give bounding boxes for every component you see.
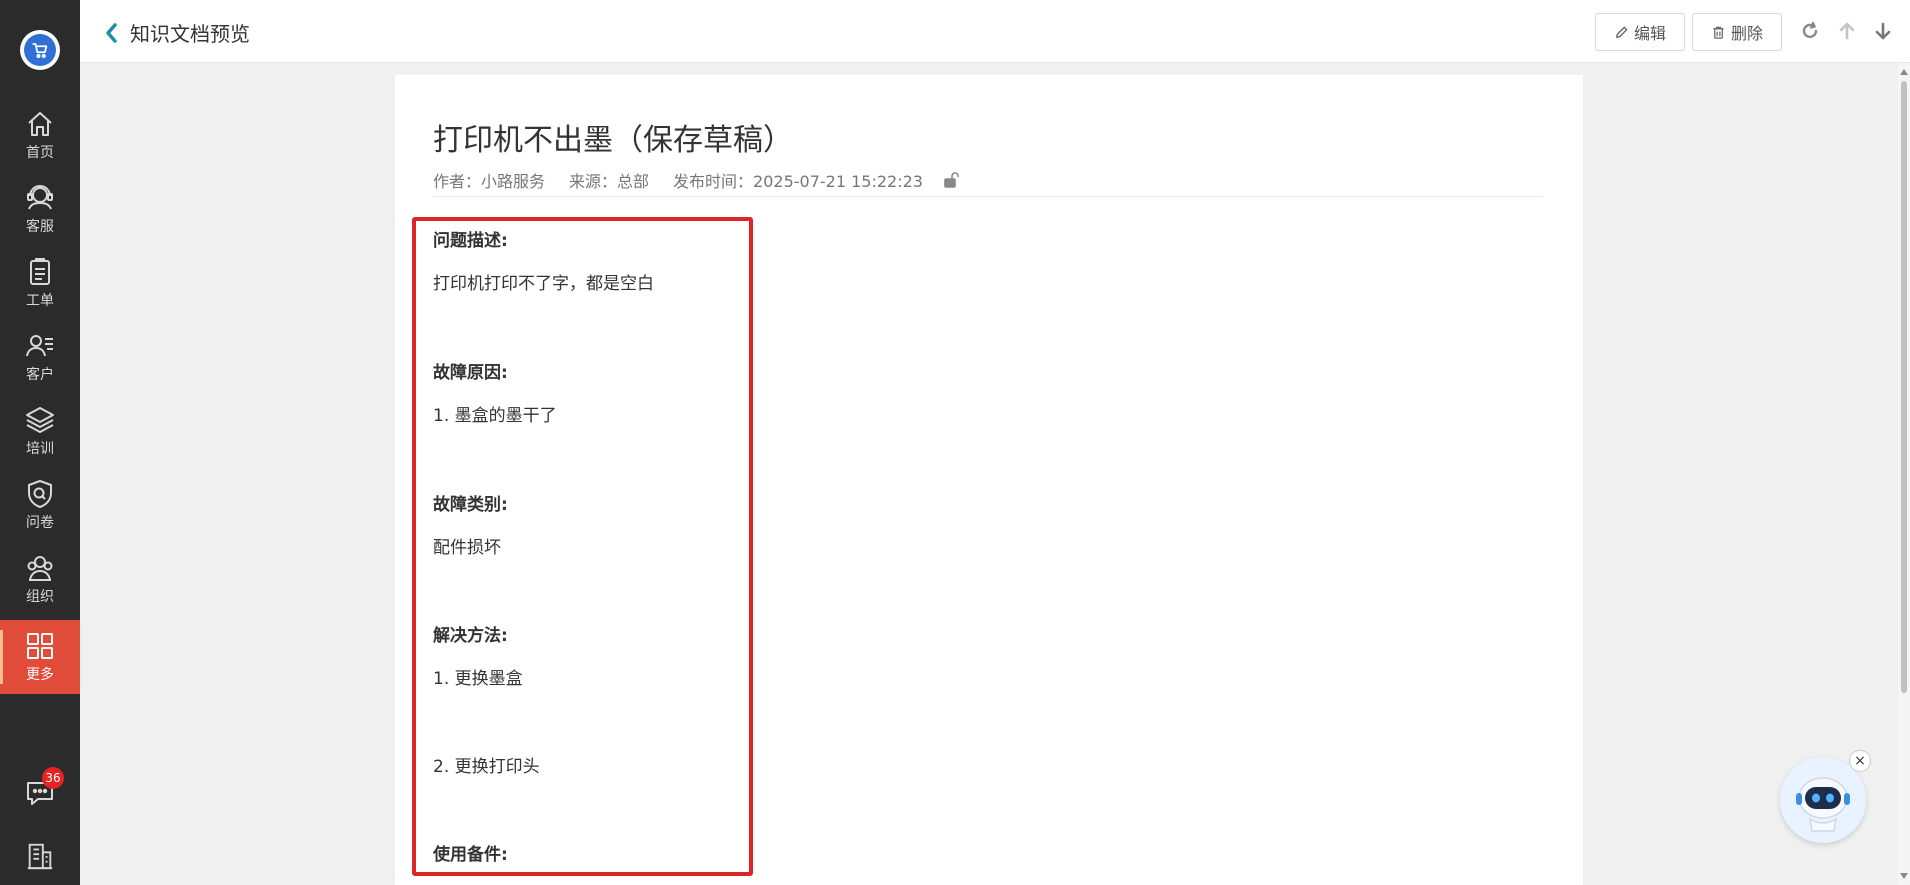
sidebar-item-service[interactable]: 客服 (0, 172, 80, 246)
app-logo[interactable] (20, 30, 60, 70)
home-icon (28, 112, 52, 136)
sidebar-item-more[interactable]: 更多 (0, 620, 80, 694)
headset-icon (27, 185, 53, 210)
scroll-down-arrow[interactable] (1900, 873, 1908, 879)
layers-icon (26, 407, 54, 433)
sidebar-item-organization[interactable]: 组织 (0, 542, 80, 616)
document-title: 打印机不出墨（保存草稿） (433, 123, 793, 158)
sidebar-item-label: 客服 (26, 219, 54, 235)
pencil-icon (1615, 25, 1628, 38)
move-up-button[interactable] (1834, 18, 1860, 44)
cause-text: 1. 墨盒的墨干了 (433, 406, 557, 426)
category-label: 故障类别: (433, 495, 508, 515)
meta-divider (433, 196, 1543, 197)
back-button[interactable]: 知识文档预览 (104, 18, 250, 47)
publish-time: 发布时间：2025-07-21 15:22:23 (673, 172, 923, 191)
category-text: 配件损坏 (433, 538, 501, 558)
chevron-left-icon (106, 22, 117, 43)
sidebar-item-survey[interactable]: 问卷 (0, 468, 80, 542)
source: 来源：总部 (569, 172, 650, 191)
sidebar-item-training[interactable]: 培训 (0, 394, 80, 468)
edit-button[interactable]: 编辑 (1595, 13, 1685, 51)
assistant-close-button[interactable]: × (1849, 750, 1871, 772)
cause-label: 故障原因: (433, 363, 508, 383)
robot-icon (1796, 777, 1850, 832)
shopping-cart-icon (32, 43, 48, 59)
sidebar-item-label: 客户 (26, 367, 54, 383)
move-down-button[interactable] (1870, 18, 1896, 44)
solution-step-2: 2. 更换打印头 (433, 757, 540, 777)
solution-step-1: 1. 更换墨盒 (433, 669, 523, 689)
arrow-up-icon (1839, 22, 1855, 40)
building-icon (27, 843, 53, 870)
clipboard-icon (30, 258, 50, 285)
customer-list-icon (26, 335, 53, 357)
problem-text: 打印机打印不了字，都是空白 (433, 274, 654, 294)
problem-label: 问题描述: (433, 231, 508, 251)
unread-badge: 36 (42, 767, 64, 789)
refresh-icon (1802, 21, 1818, 39)
shield-search-icon (28, 479, 52, 509)
author: 作者：小路服务 (433, 172, 546, 191)
delete-button[interactable]: 删除 (1692, 13, 1782, 51)
group-icon (27, 556, 53, 581)
scrollbar-thumb[interactable] (1901, 81, 1907, 693)
sidebar-item-label: 更多 (26, 667, 54, 683)
sidebar: 首页 客服 工单 客户 培训 问卷 组织 更多 36 (0, 0, 80, 885)
sidebar-item-ticket[interactable]: 工单 (0, 246, 80, 320)
trash-icon (1713, 26, 1724, 39)
arrow-down-icon (1875, 22, 1891, 40)
sidebar-item-label: 首页 (26, 145, 54, 161)
edit-label: 编辑 (1633, 24, 1666, 43)
scroll-up-arrow[interactable] (1900, 69, 1908, 75)
delete-label: 删除 (1730, 24, 1763, 43)
company-button[interactable] (22, 838, 58, 874)
grid-icon (27, 633, 53, 659)
document-preview: 打印机不出墨（保存草稿） 作者：小路服务 来源：总部 发布时间：2025-07-… (395, 75, 1583, 885)
vertical-scrollbar[interactable] (1898, 63, 1910, 885)
header-bar: 知识文档预览 编辑 删除 (80, 0, 1910, 63)
sidebar-item-label: 组织 (26, 589, 54, 605)
unlock-icon (944, 172, 959, 188)
page-title: 知识文档预览 (130, 22, 250, 46)
sidebar-item-label: 培训 (26, 441, 54, 457)
parts-label: 使用备件: (433, 845, 508, 865)
sidebar-item-home[interactable]: 首页 (0, 98, 80, 172)
sidebar-item-customer[interactable]: 客户 (0, 320, 80, 394)
solution-label: 解决方法: (433, 626, 508, 646)
sidebar-item-label: 问卷 (26, 515, 54, 531)
sidebar-item-label: 工单 (26, 293, 54, 309)
document-meta: 作者：小路服务 来源：总部 发布时间：2025-07-21 15:22:23 (433, 168, 961, 192)
refresh-button[interactable] (1797, 18, 1823, 44)
